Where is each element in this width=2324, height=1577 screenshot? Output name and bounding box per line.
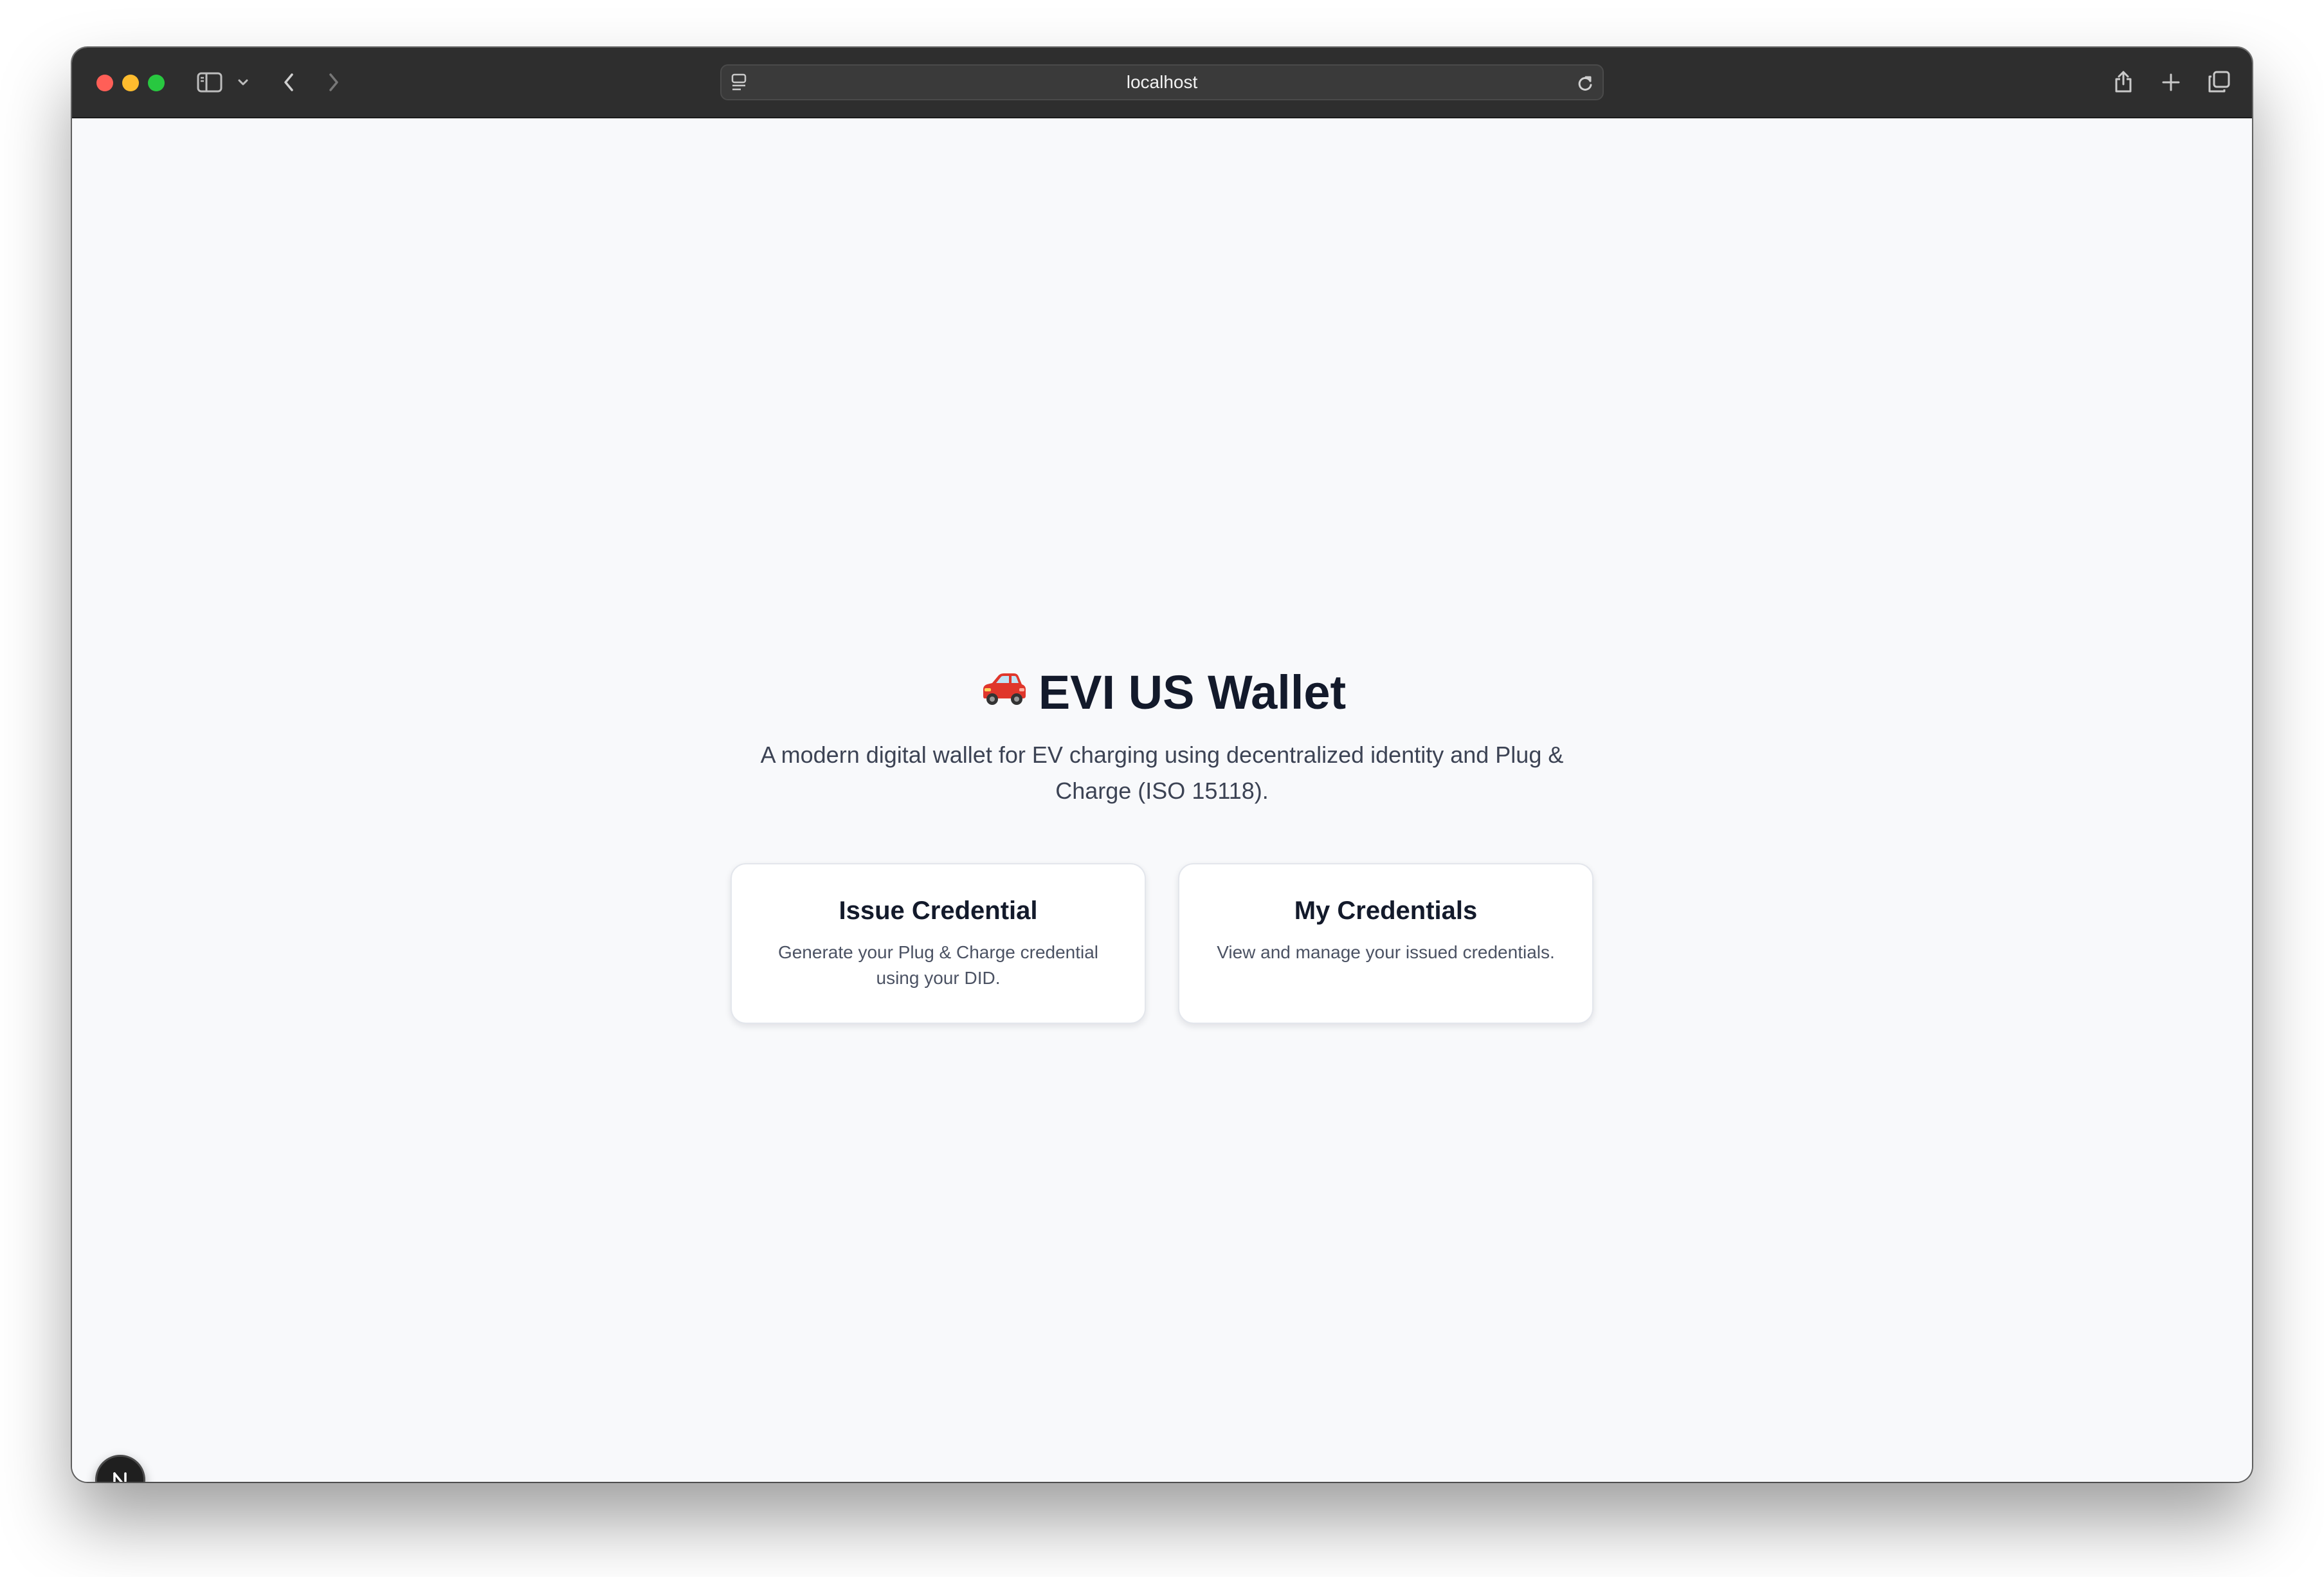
card-description: View and manage your issued credentials. — [1217, 942, 1555, 962]
my-credentials-card[interactable]: My Credentials View and manage your issu… — [1178, 863, 1593, 1024]
browser-toolbar: localhost — [72, 48, 2252, 118]
nextjs-logo-icon — [113, 1472, 127, 1482]
chevron-down-icon[interactable] — [235, 73, 251, 91]
card-description: Generate your Plug & Charge credential u… — [777, 942, 1099, 988]
issue-credential-card[interactable]: Issue Credential Generate your Plug & Ch… — [731, 863, 1146, 1024]
card-title: Issue Credential — [839, 897, 1038, 925]
address-bar[interactable]: localhost — [720, 64, 1604, 100]
plus-icon[interactable] — [2158, 69, 2184, 95]
close-window-button[interactable] — [96, 75, 113, 91]
url-text: localhost — [1126, 72, 1198, 92]
zoom-window-button[interactable] — [148, 75, 165, 91]
page-content: EVI US Wallet A modern digital wallet fo… — [72, 118, 2252, 1482]
browser-window: localhost EVI US Wallet A modern digital… — [72, 48, 2252, 1482]
chevron-right-icon[interactable] — [323, 69, 345, 95]
page-title-text: EVI US Wallet — [1038, 666, 1347, 719]
page-subtitle: A modern digital wallet for EV charging … — [760, 742, 1564, 804]
chevron-left-icon[interactable] — [278, 69, 300, 95]
nextjs-dev-tools-button[interactable] — [95, 1455, 145, 1482]
reload-icon[interactable] — [1574, 72, 1596, 94]
sidebar-icon[interactable] — [195, 69, 224, 95]
page-title: EVI US Wallet — [72, 665, 2252, 724]
card-title: My Credentials — [1294, 897, 1478, 925]
car-icon — [978, 665, 1028, 720]
tabs-icon[interactable] — [2206, 68, 2233, 95]
share-icon[interactable] — [2111, 66, 2136, 96]
minimize-window-button[interactable] — [122, 75, 139, 91]
